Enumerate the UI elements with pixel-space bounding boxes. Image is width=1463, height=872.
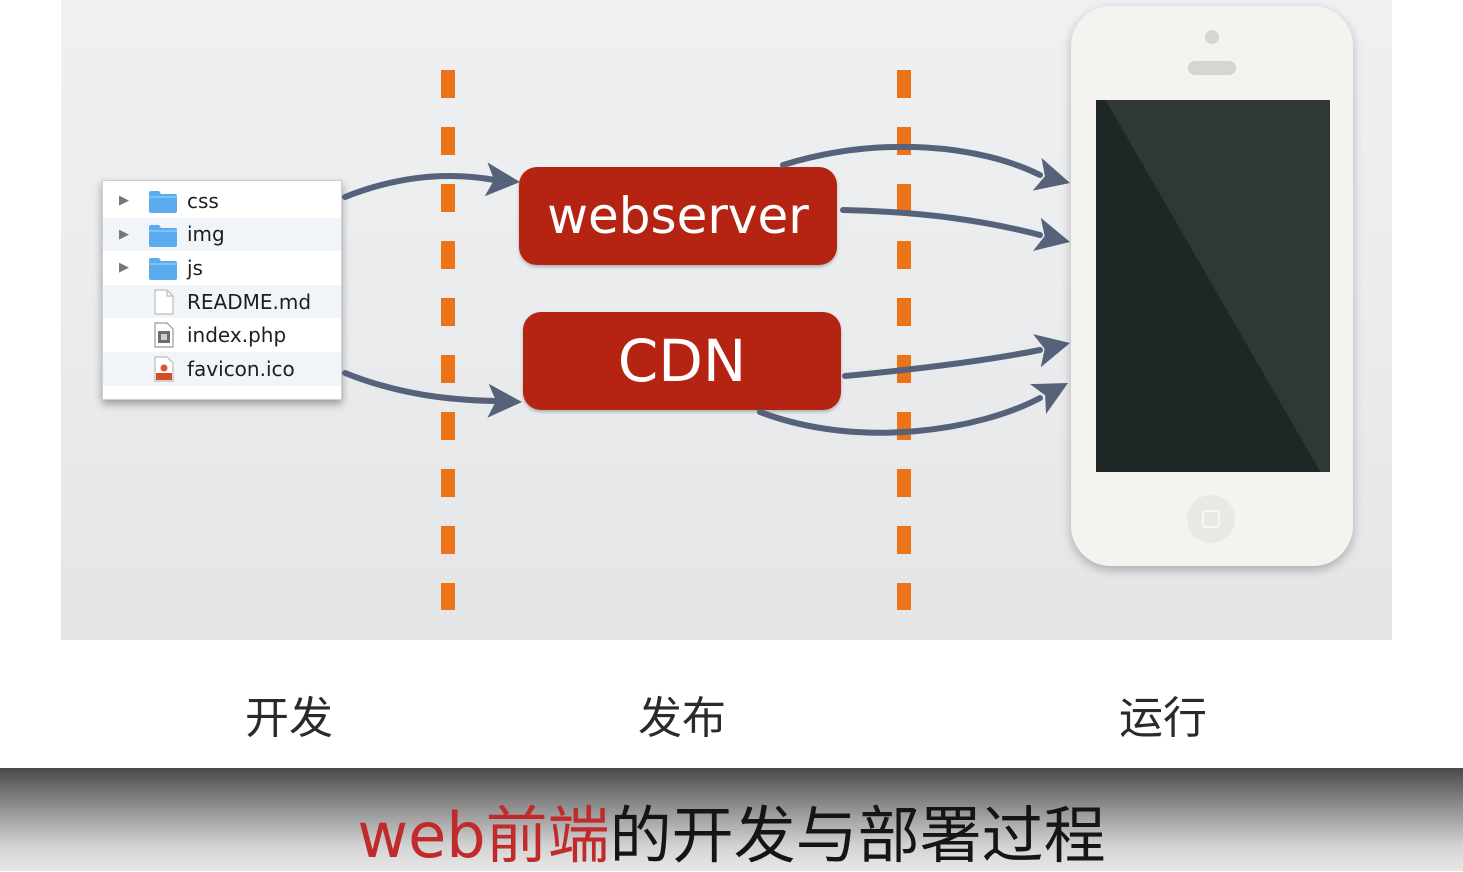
video-subtitle: web前端的开发与部署过程 bbox=[0, 800, 1463, 872]
stage-label-develop: 开发 bbox=[245, 693, 333, 744]
stage-label-publish: 发布 bbox=[638, 693, 726, 744]
phone-screen bbox=[1096, 100, 1330, 472]
subtitle-highlight: web前端 bbox=[357, 799, 610, 872]
phone-camera bbox=[1205, 30, 1219, 44]
phone-home-button bbox=[1187, 495, 1235, 543]
arrow-cdn-to-phone-2 bbox=[757, 383, 1068, 436]
phone-speaker bbox=[1188, 61, 1236, 75]
arrow-cdn-to-phone-1 bbox=[842, 334, 1070, 379]
arrow-webserver-to-phone-2 bbox=[840, 207, 1070, 251]
subtitle-text: 的开发与部署过程 bbox=[609, 799, 1106, 872]
arrow-dev-to-webserver bbox=[342, 162, 520, 200]
arrow-webserver-to-phone-1 bbox=[780, 143, 1070, 191]
arrow-dev-to-cdn bbox=[342, 370, 522, 418]
stage-label-run: 运行 bbox=[1119, 693, 1207, 744]
